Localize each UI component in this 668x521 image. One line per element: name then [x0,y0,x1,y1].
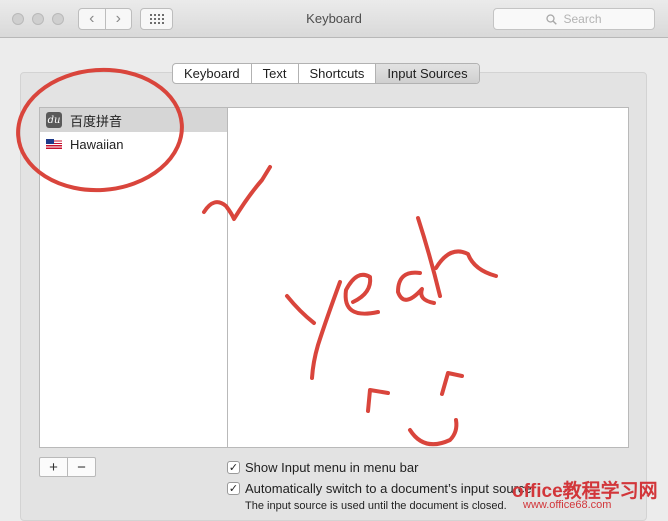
show-input-menu-option[interactable]: ✓ Show Input menu in menu bar [227,460,418,475]
input-source-list[interactable]: du 百度拼音 Hawaiian [39,107,228,448]
list-item-label: 百度拼音 [70,113,123,129]
add-source-button[interactable]: + [40,458,67,476]
show-input-menu-label: Show Input menu in menu bar [245,460,419,475]
show-input-menu-checkbox[interactable]: ✓ [227,461,240,474]
add-remove-buttons: + − [39,457,96,477]
flag-icon [46,139,62,149]
list-item-label: Hawaiian [70,136,124,152]
search-placeholder: Search [563,12,602,26]
tab-shortcuts[interactable]: Shortcuts [297,64,376,83]
tab-input-sources[interactable]: Input Sources [375,64,479,83]
auto-switch-label: Automatically switch to a document’s inp… [245,481,532,496]
auto-switch-note: The input source is used until the docum… [245,500,507,512]
auto-switch-option[interactable]: ✓ Automatically switch to a document’s i… [227,481,532,496]
input-source-detail [228,107,629,448]
search-field[interactable]: Search [493,8,655,30]
du-icon: du [46,112,62,128]
watermark-url: www.office68.com [523,499,612,511]
search-icon [546,13,558,25]
auto-switch-checkbox[interactable]: ✓ [227,482,240,495]
tab-bar: Keyboard Text Shortcuts Input Sources [172,63,480,84]
title-bar: ‹ › Keyboard Search [0,0,668,38]
tab-text[interactable]: Text [250,64,298,83]
list-item-baidu-pinyin[interactable]: du 百度拼音 [40,108,227,132]
list-item-hawaiian[interactable]: Hawaiian [40,132,227,156]
remove-source-button[interactable]: − [67,458,95,476]
tab-keyboard[interactable]: Keyboard [173,64,251,83]
